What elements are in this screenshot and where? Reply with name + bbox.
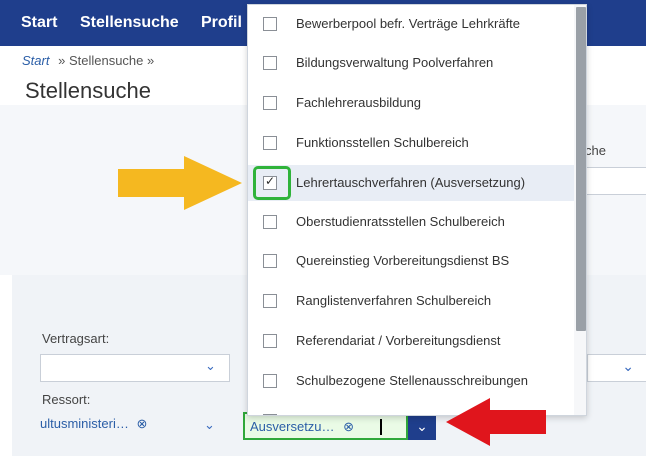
checkbox[interactable] <box>263 334 277 348</box>
ressort-select[interactable]: ultusministeri… ⊗ ⌄ <box>40 416 235 442</box>
dropdown-option[interactable]: Bewerberpool befr. Verträge Lehrkräfte <box>248 6 574 42</box>
checkbox[interactable] <box>263 294 277 308</box>
checkbox[interactable] <box>263 96 277 110</box>
breadcrumb: Start » Stellensuche » <box>22 53 154 68</box>
dropdown-option[interactable]: Oberstudienratsstellen Schulbereich <box>248 204 574 240</box>
checkbox[interactable] <box>263 17 277 31</box>
scrollbar-thumb[interactable] <box>576 7 586 331</box>
breadcrumb-separator: » <box>58 53 66 68</box>
option-label: Referendariat / Vorbereitungsdienst <box>296 333 501 348</box>
option-label: Quereinstieg Vorbereitungsdienst BS <box>296 253 510 268</box>
highlight-box <box>253 166 291 200</box>
ressort-token: ultusministeri… ⊗ <box>40 416 147 432</box>
option-label: Bewerberpool befr. Verträge Lehrkräfte <box>296 16 521 31</box>
option-label: Ranglistenverfahren Schulbereich <box>296 293 492 308</box>
selected-token: Ausversetzu… ⊗ <box>250 419 354 435</box>
verfahren-multiselect[interactable]: Ausversetzu… ⊗ <box>243 412 408 440</box>
checkbox[interactable] <box>263 254 277 268</box>
text-cursor <box>380 419 382 435</box>
nav-item-stellensuche[interactable]: Stellensuche <box>80 14 179 32</box>
page-title: Stellensuche <box>25 78 151 103</box>
breadcrumb-start-link[interactable]: Start <box>22 53 49 68</box>
checkbox[interactable] <box>263 215 277 229</box>
ressort-label: Ressort: <box>42 392 91 407</box>
option-label: Schulbezogene Stellenausschreibungen <box>296 373 529 388</box>
dropdown-option[interactable]: Referendariat / Vorbereitungsdienst <box>248 323 574 359</box>
remove-token-icon[interactable]: ⊗ <box>136 416 147 431</box>
dropdown-option[interactable]: Fachlehrerausbildung <box>248 85 574 121</box>
chevron-down-icon: ⌄ <box>622 358 634 374</box>
dropdown-option[interactable]: Schulbezogene Stellenausschreibungen <box>248 363 574 399</box>
dropdown-list: Bewerberpool befr. Verträge Lehrkräfte B… <box>247 4 587 416</box>
checkbox[interactable] <box>263 56 277 70</box>
panel-gutter <box>0 275 12 456</box>
selected-token-text: Ausversetzu… <box>250 419 335 434</box>
dropdown-option[interactable]: Bildungsverwaltung Poolverfahren <box>248 45 574 81</box>
right-field-label: che <box>585 143 606 158</box>
dropdown-option[interactable]: Ranglistenverfahren Schulbereich <box>248 283 574 319</box>
option-label: Bildungsverwaltung Poolverfahren <box>296 55 494 70</box>
vertragsart-label: Vertragsart: <box>42 331 110 346</box>
ressort-token-text: ultusministeri… <box>40 416 129 431</box>
dropdown-option[interactable]: Quereinstieg Vorbereitungsdienst BS <box>248 243 574 279</box>
checkbox[interactable] <box>263 374 277 388</box>
chevron-down-icon[interactable]: ⌄ <box>204 417 215 433</box>
right-search-input[interactable] <box>585 167 646 195</box>
chevron-down-icon: ⌄ <box>205 358 216 373</box>
option-label: Lehrertauschverfahren (Ausversetzung) <box>296 175 526 190</box>
right-select[interactable]: ⌄ <box>587 354 646 382</box>
option-label: Fachlehrerausbildung <box>296 95 422 110</box>
remove-token-icon[interactable]: ⊗ <box>343 419 354 434</box>
nav-item-profil[interactable]: Profil <box>201 14 242 32</box>
option-label: Oberstudienratsstellen Schulbereich <box>296 214 505 229</box>
dropdown-option-selected[interactable]: ✓ Lehrertauschverfahren (Ausversetzung) <box>248 165 574 201</box>
option-label: Funktionsstellen Schulbereich <box>296 135 469 150</box>
checkbox[interactable] <box>263 136 277 150</box>
red-arrow-icon <box>446 398 546 446</box>
dropdown-toggle-button[interactable]: ⌄ <box>408 412 436 440</box>
nav-item-start[interactable]: Start <box>21 14 57 32</box>
breadcrumb-current: Stellensuche <box>68 53 144 68</box>
checkbox[interactable] <box>263 414 277 415</box>
yellow-arrow-icon <box>118 156 242 210</box>
breadcrumb-separator: » <box>147 53 155 68</box>
dropdown-option[interactable]: Funktionsstellen Schulbereich <box>248 125 574 161</box>
chevron-down-icon: ⌄ <box>416 418 428 434</box>
vertragsart-select[interactable]: ⌄ <box>40 354 230 382</box>
